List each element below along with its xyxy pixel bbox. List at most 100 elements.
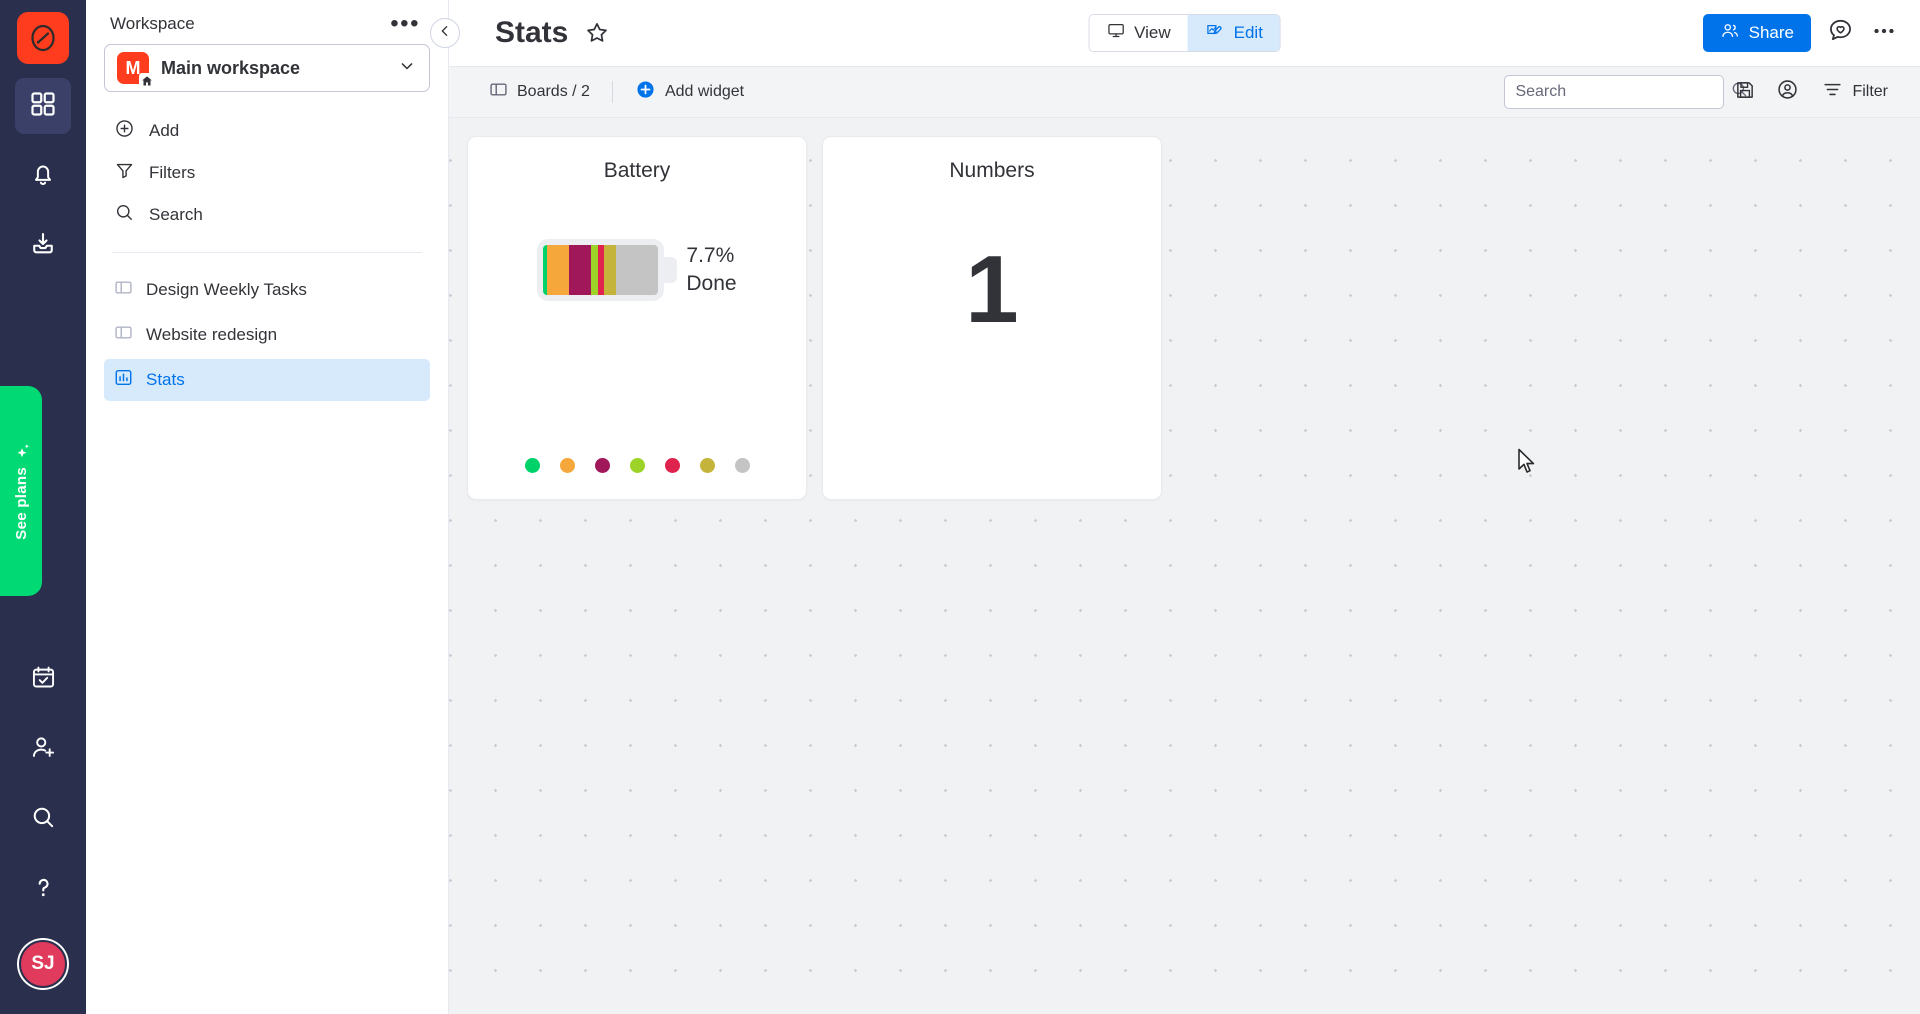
workspace-header: Workspace ••• <box>104 0 430 42</box>
monitor-icon <box>1106 21 1125 45</box>
mouse-cursor <box>1517 448 1537 481</box>
top-bar-actions: Share <box>1702 14 1898 52</box>
calendar-check-icon <box>30 664 57 696</box>
tab-edit[interactable]: Edit <box>1187 15 1280 51</box>
tab-view[interactable]: View <box>1089 15 1188 51</box>
add-circle-icon <box>635 79 656 105</box>
board-icon <box>489 80 508 104</box>
more-options-button[interactable] <box>1870 17 1898 50</box>
legend-dot-0[interactable] <box>524 458 540 473</box>
person-button[interactable] <box>1766 75 1808 109</box>
workspace-picker[interactable]: M Main workspace <box>104 44 430 92</box>
add-widget-label: Add widget <box>664 83 745 100</box>
person-circle-icon <box>1776 78 1799 106</box>
rail-item-help[interactable] <box>15 862 71 918</box>
battery-segment-6 <box>615 245 659 295</box>
see-plans-button[interactable]: See plans <box>0 386 42 596</box>
widget-toolbar: Boards / 2 Add widget Search Filter <box>449 66 1920 118</box>
sidebar-nav-filters-label: Filters <box>149 163 196 182</box>
toolbar-right: Filter <box>1504 75 1898 109</box>
edit-pencil-icon <box>1205 21 1225 46</box>
filter-button-label: Filter <box>1852 83 1888 100</box>
sidebar-nav-filters[interactable]: Filters <box>104 152 430 194</box>
chevron-left-icon <box>437 23 453 44</box>
sidebar-nav-search[interactable]: Search <box>104 194 430 236</box>
add-widget-button[interactable]: Add widget <box>621 75 758 109</box>
home-icon <box>139 73 154 88</box>
avatar[interactable]: SJ <box>19 940 67 988</box>
home-grid-icon <box>29 90 57 123</box>
app-root: See plans SJ Workspace ••• M Main worksp… <box>0 0 1920 1014</box>
battery-readout: 7.7% Done <box>686 242 736 299</box>
widget-title: Numbers <box>949 159 1035 182</box>
people-icon <box>1720 21 1740 46</box>
sidebar-nav-add-label: Add <box>149 121 180 140</box>
main-area: Stats View Edit Share Boards / 2 Add wid… <box>430 0 1920 1014</box>
rail-item-inbox[interactable] <box>15 218 71 274</box>
battery-segments <box>543 245 659 295</box>
chat-heart-button[interactable] <box>1827 17 1854 49</box>
share-button[interactable]: Share <box>1702 14 1811 52</box>
battery-segment-2 <box>569 245 591 295</box>
toolbar-divider <box>611 81 613 103</box>
workspace-avatar: M <box>117 52 154 88</box>
battery-status: Done <box>686 272 737 295</box>
battery-legend <box>524 458 750 473</box>
star-outline-icon[interactable] <box>584 20 610 46</box>
sidebar-item-label: Design Weekly Tasks <box>146 280 307 299</box>
dashboard-chart-icon <box>114 368 133 392</box>
floppy-save-icon <box>1734 79 1756 106</box>
battery-segment-3 <box>590 245 598 295</box>
filter-lines-icon <box>1822 79 1843 105</box>
rail-item-home-grid[interactable] <box>15 78 71 134</box>
search-input[interactable] <box>1515 83 1723 101</box>
search-box[interactable] <box>1504 75 1747 109</box>
battery-segment-1 <box>547 245 570 295</box>
sidebar-nav-search-label: Search <box>149 205 203 224</box>
sparkle-icon <box>13 443 30 459</box>
legend-dot-4[interactable] <box>664 458 680 473</box>
sidebar-nav-add[interactable]: Add <box>104 110 430 152</box>
legend-dot-1[interactable] <box>559 458 575 473</box>
monday-logo-icon[interactable] <box>17 12 69 64</box>
share-button-label: Share <box>1748 23 1794 42</box>
board-icon <box>114 278 133 302</box>
sidebar-collapse-button[interactable] <box>430 18 460 48</box>
legend-dot-5[interactable] <box>699 458 715 473</box>
boards-selector[interactable]: Boards / 2 <box>475 75 604 109</box>
widget-battery[interactable]: Battery 7.7% Done <box>467 136 807 500</box>
rail-item-search[interactable] <box>15 792 71 848</box>
widget-numbers[interactable]: Numbers 1 <box>822 136 1162 500</box>
legend-dot-3[interactable] <box>629 458 645 473</box>
sidebar: Workspace ••• M Main workspace Add Filte… <box>86 0 449 1014</box>
rail-item-invite[interactable] <box>15 722 71 778</box>
sidebar-item-label: Stats <box>146 370 185 389</box>
sidebar-item-design-weekly-tasks[interactable]: Design Weekly Tasks <box>104 269 430 311</box>
invite-user-icon <box>30 734 57 766</box>
rail-item-calendar[interactable] <box>15 652 71 708</box>
search-icon <box>114 202 135 228</box>
board-icon <box>114 323 133 347</box>
boards-selector-label: Boards / 2 <box>517 83 590 100</box>
sidebar-item-stats[interactable]: Stats <box>104 359 430 401</box>
filter-button[interactable]: Filter <box>1808 79 1898 105</box>
sidebar-item-website-redesign[interactable]: Website redesign <box>104 314 430 356</box>
view-edit-toggle: View Edit <box>1088 14 1281 52</box>
chevron-down-icon[interactable] <box>397 56 417 81</box>
workspace-header-label: Workspace <box>110 14 195 33</box>
sidebar-item-label: Website redesign <box>146 325 278 344</box>
legend-dot-2[interactable] <box>594 458 610 473</box>
tab-view-label: View <box>1134 23 1171 42</box>
inbox-download-icon <box>29 230 57 263</box>
tab-edit-label: Edit <box>1233 23 1263 42</box>
icon-rail: See plans SJ <box>0 0 86 1014</box>
funnel-icon <box>114 160 135 186</box>
rail-item-notifications[interactable] <box>15 148 71 204</box>
workspace-more-button[interactable]: ••• <box>386 12 424 36</box>
help-question-icon <box>30 874 57 906</box>
page-title: Stats <box>495 16 569 49</box>
legend-dot-6[interactable] <box>734 458 750 473</box>
dashboard-canvas: Battery 7.7% Done Numbers 1 <box>449 118 1920 1014</box>
save-button[interactable] <box>1724 75 1766 109</box>
battery-segment-5 <box>604 245 616 295</box>
